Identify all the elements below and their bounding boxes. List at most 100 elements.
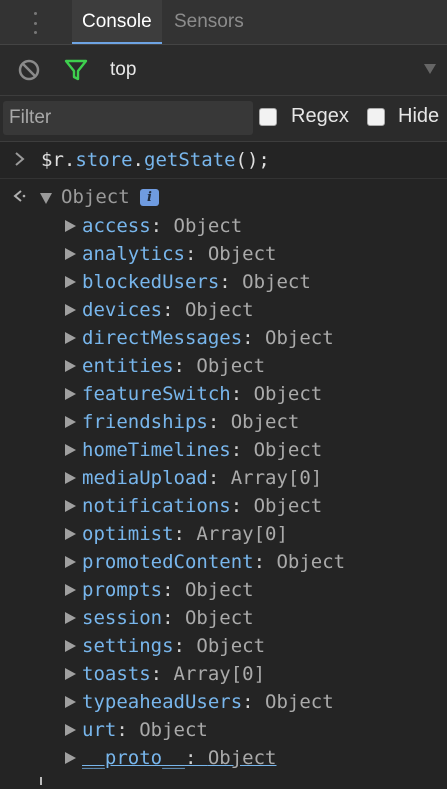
command-dot: . [132,149,144,171]
property-row[interactable]: mediaUpload: Array[0] [0,464,447,492]
property-line: session: Object [82,604,254,632]
expand-triangle-icon[interactable] [65,668,76,680]
property-name: toasts [82,663,151,685]
context-selector[interactable]: top [110,45,136,95]
expand-triangle-icon[interactable] [65,752,76,764]
property-separator: : [207,467,231,489]
info-icon[interactable]: i [140,189,159,206]
text-cursor [40,777,42,785]
expand-triangle-icon[interactable] [65,304,76,316]
result-arrow-icon [13,190,26,202]
property-row[interactable]: notifications: Object [0,492,447,520]
property-separator: : [173,355,197,377]
expand-triangle-icon[interactable] [65,528,76,540]
expand-triangle-icon[interactable] [65,500,76,512]
filter-icon[interactable] [63,57,89,83]
property-value: Object [139,719,208,741]
expand-triangle-icon[interactable] [65,248,76,260]
drag-handle-icon[interactable] [32,12,38,34]
property-row[interactable]: access: Object [0,212,447,240]
property-row[interactable]: blockedUsers: Object [0,268,447,296]
property-value: Object [196,635,266,657]
property-row[interactable]: analytics: Object [0,240,447,268]
tab-sensors[interactable]: Sensors [174,0,244,44]
filter-input[interactable] [3,101,253,135]
command-prop: store [75,149,133,171]
property-separator: : [242,691,266,713]
expand-triangle-icon[interactable] [65,584,76,596]
property-row[interactable]: urt: Object [0,716,447,744]
expand-triangle-icon[interactable] [65,360,76,372]
panel-tabbar: Console Sensors [0,0,447,45]
property-row[interactable]: friendships: Object [0,408,447,436]
property-separator: : [207,411,231,433]
property-name: notifications [82,495,231,517]
expand-triangle-icon[interactable] [65,640,76,652]
property-row[interactable]: __proto__: Object [0,744,447,772]
property-line: mediaUpload: Array[0] [82,464,322,492]
console-output[interactable]: $r.store.getState(); Object i access: Ob… [0,142,447,789]
property-row[interactable]: directMessages: Object [0,324,447,352]
property-row[interactable]: settings: Object [0,632,447,660]
expand-triangle-icon[interactable] [65,472,76,484]
property-name: __proto__ [82,747,185,769]
property-row[interactable]: session: Object [0,604,447,632]
property-separator: : [219,271,243,293]
expand-triangle-icon[interactable] [65,696,76,708]
expand-triangle-icon[interactable] [65,724,76,736]
property-value: Object [207,747,277,769]
property-row[interactable]: prompts: Object [0,576,447,604]
property-value: Object [242,271,311,293]
property-name: mediaUpload [82,467,208,489]
property-separator: : [116,719,140,741]
property-line: access: Object [82,212,242,240]
hide-label[interactable]: Hide [398,96,439,136]
property-separator: : [162,607,185,629]
property-row[interactable]: homeTimelines: Object [0,436,447,464]
block-icon[interactable] [17,58,41,82]
property-row[interactable]: entities: Object [0,352,447,380]
property-line: directMessages: Object [82,324,334,352]
expand-triangle-icon[interactable] [65,332,76,344]
property-row[interactable]: optimist: Array[0] [0,520,447,548]
property-list: access: Object analytics: Object blockedUs… [0,212,447,772]
property-value: Object [253,439,323,461]
dropdown-arrow-icon[interactable] [424,64,436,74]
property-row[interactable]: promotedContent: Object [0,548,447,576]
property-line: entities: Object [82,352,265,380]
command-text: $r.store.getState(); [41,142,270,178]
property-row[interactable]: featureSwitch: Object [0,380,447,408]
collapse-triangle-icon[interactable] [40,193,52,204]
hide-checkbox[interactable] [367,108,385,126]
property-separator: : [162,579,185,601]
expand-triangle-icon[interactable] [65,556,76,568]
property-name: directMessages [82,327,243,349]
expand-triangle-icon[interactable] [65,220,76,232]
property-separator: : [230,495,254,517]
property-value: Array[0] [196,523,288,545]
property-name: settings [82,635,174,657]
expand-triangle-icon[interactable] [65,388,76,400]
property-line: blockedUsers: Object [82,268,311,296]
property-row[interactable]: toasts: Array[0] [0,660,447,688]
expand-triangle-icon[interactable] [65,276,76,288]
regex-label[interactable]: Regex [291,96,349,136]
property-separator: : [173,523,197,545]
property-line: typeaheadUsers: Object [82,688,334,716]
property-separator: : [230,439,254,461]
expand-triangle-icon[interactable] [65,444,76,456]
tab-console[interactable]: Console [72,0,162,44]
expand-triangle-icon[interactable] [65,612,76,624]
prompt-chevron-icon [15,152,25,166]
property-row[interactable]: devices: Object [0,296,447,324]
regex-checkbox[interactable] [259,108,277,126]
result-object-label[interactable]: Object [61,182,130,212]
property-value: Object [253,383,323,405]
property-value: Object [184,607,254,629]
property-value: Object [184,579,254,601]
property-separator: : [150,215,174,237]
property-line: prompts: Object [82,576,254,604]
expand-triangle-icon[interactable] [65,416,76,428]
property-row[interactable]: typeaheadUsers: Object [0,688,447,716]
property-name: blockedUsers [82,271,220,293]
